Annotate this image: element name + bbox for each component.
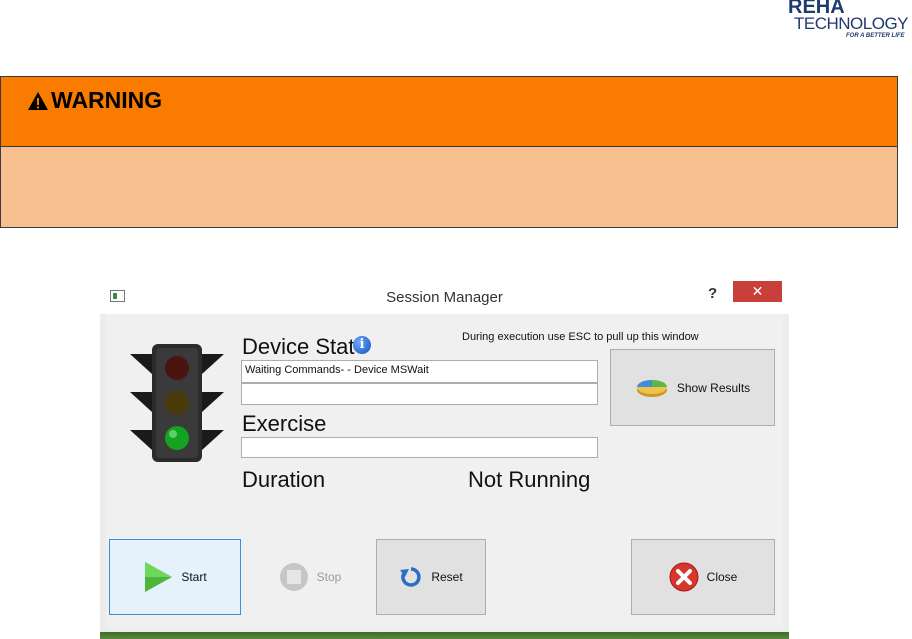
background-grass-strip [100,632,789,639]
window-close-button[interactable]: ✕ [733,281,782,302]
stop-label: Stop [316,570,342,584]
esc-hint-text: During execution use ESC to pull up this… [462,331,699,343]
warning-title: WARNING [27,87,162,114]
show-results-label: Show Results [676,380,751,395]
start-button[interactable]: Start [109,539,241,615]
warning-body [0,147,898,228]
info-icon[interactable]: i [353,336,371,354]
session-manager-window: Session Manager ? ✕ Device Stat i During… [100,280,789,632]
traffic-light-icon [130,344,224,462]
pie-chart-icon [635,377,669,399]
reset-arrow-icon [399,565,423,589]
dialog-client-area: Device Stat i During execution use ESC t… [106,314,783,628]
warning-header: WARNING [0,76,898,147]
window-title: Session Manager [386,289,503,306]
show-results-button[interactable]: Show Results [610,349,775,426]
reset-label: Reset [431,570,463,584]
close-circle-icon [669,562,699,592]
warning-triangle-icon [28,91,48,110]
device-status-field-2 [241,383,598,405]
running-state-label: Not Running [468,467,591,492]
exercise-field [241,437,598,458]
help-button[interactable]: ? [708,285,717,302]
logo-tagline: FOR A BETTER LIFE [846,33,905,39]
exercise-label: Exercise [242,411,327,436]
device-status-label: Device Stat [242,334,355,359]
device-status-field-1: Waiting Commands- - Device MSWait [241,360,598,383]
duration-label: Duration [242,467,326,492]
logo-technology-text: TECHNOLOGY [794,14,909,33]
play-icon [143,561,173,593]
title-bar[interactable]: Session Manager ? ✕ [100,280,789,314]
close-label: Close [706,570,738,584]
close-button[interactable]: Close [631,539,775,615]
warning-title-text: WARNING [51,87,163,113]
start-label: Start [181,570,207,584]
reha-technology-logo: REHA TECHNOLOGY FOR A BETTER LIFE [786,0,912,44]
reset-button[interactable]: Reset [376,539,486,615]
stop-icon [279,562,309,592]
stop-button[interactable]: Stop [247,539,373,615]
